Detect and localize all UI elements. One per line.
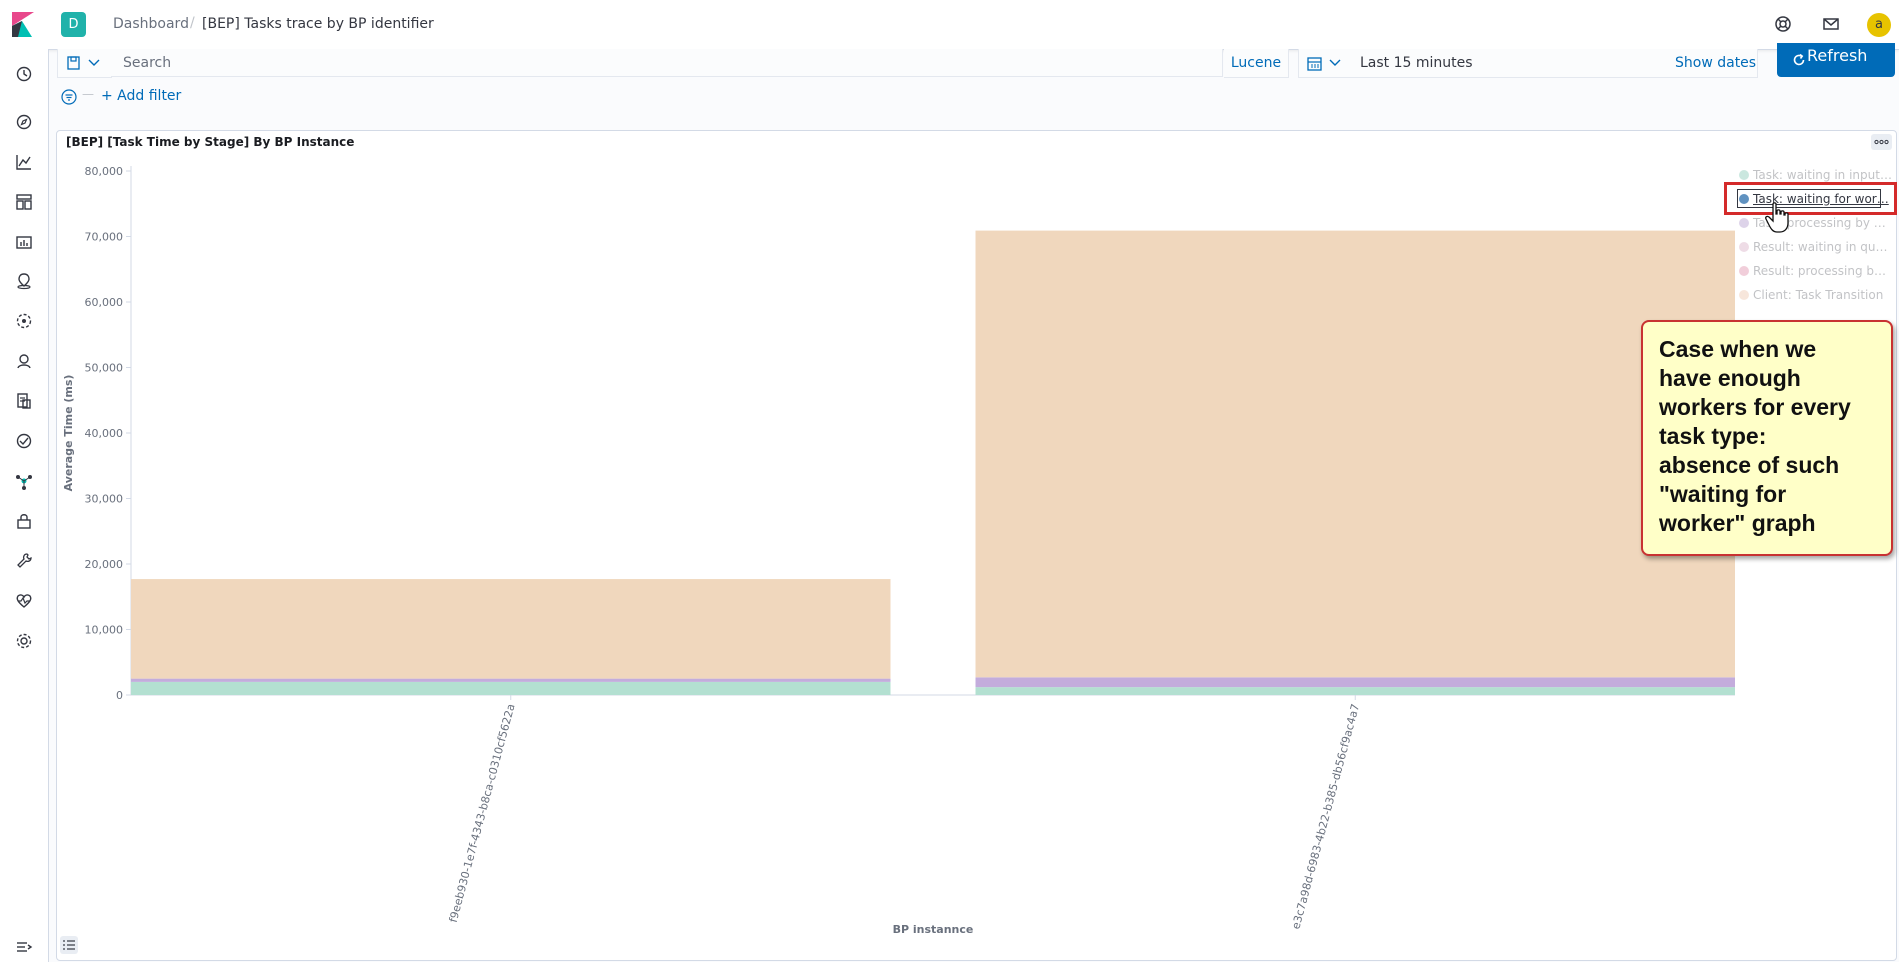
legend-item[interactable]: Client: Task Transition (1739, 288, 1883, 302)
recent-clock-icon[interactable] (14, 64, 34, 84)
more-dots-icon (1874, 139, 1889, 145)
dashboard-icon[interactable] (14, 192, 34, 212)
legend-item[interactable]: Task: processing by … (1739, 216, 1886, 230)
bar-segment (131, 681, 891, 695)
top-bar: D Dashboard / [BEP] Tasks trace by BP id… (0, 0, 1899, 50)
ml-icon[interactable] (14, 311, 34, 331)
legend-swatch (1739, 218, 1749, 228)
breadcrumb-current: [BEP] Tasks trace by BP identifier (202, 16, 434, 32)
bar-segment (975, 687, 1735, 695)
side-nav (0, 49, 49, 962)
legend-item[interactable]: Task: waiting in input… (1739, 168, 1892, 182)
y-tick-label: 30,000 (85, 493, 124, 506)
discover-compass-icon[interactable] (14, 112, 34, 132)
panel-title: [BEP] [Task Time by Stage] By BP Instanc… (66, 135, 355, 149)
bar-segment (975, 230, 1735, 678)
callout-line: have enough (1659, 365, 1801, 391)
add-filter-button[interactable]: + Add filter (101, 88, 181, 104)
filter-separator: — (82, 87, 94, 101)
y-axis-title: Average Time (ms) (62, 375, 75, 492)
legend-toggle-button[interactable] (60, 936, 78, 954)
y-tick-label: 40,000 (85, 427, 124, 440)
refresh-icon (1793, 53, 1805, 66)
space-badge[interactable]: D (61, 12, 86, 37)
bar-segment (131, 678, 891, 682)
help-icon[interactable] (1773, 14, 1793, 34)
legend-label: Client: Task Transition (1753, 288, 1884, 302)
y-tick-label: 10,000 (85, 624, 124, 637)
y-tick-label: 60,000 (85, 296, 124, 309)
user-avatar[interactable]: a (1867, 13, 1891, 37)
y-tick-label: 80,000 (85, 165, 124, 178)
callout-line: workers for every (1659, 394, 1851, 420)
dev-tools-wrench-icon[interactable] (14, 551, 34, 571)
security-lock-icon[interactable] (14, 511, 34, 531)
annotation-callout: Case when we have enough workers for every… (1641, 320, 1893, 556)
hand-cursor-icon (1765, 202, 1789, 233)
callout-line: worker" graph (1659, 510, 1816, 536)
breadcrumb-separator: / (190, 15, 195, 31)
legend-label: Task: waiting in input… (1753, 168, 1892, 182)
maps-icon[interactable] (14, 271, 34, 291)
bar-segment (975, 677, 1735, 688)
refresh-button-label[interactable]: Refresh (1807, 46, 1867, 65)
y-tick-label: 20,000 (85, 558, 124, 571)
legend-item[interactable]: Result: processing b… (1739, 264, 1886, 278)
panel-options-button[interactable] (1871, 134, 1892, 150)
search-input[interactable] (111, 49, 1223, 77)
apm-icon[interactable] (14, 431, 34, 451)
legend-item[interactable]: Result: waiting in qu… (1739, 240, 1888, 254)
callout-line: Case when we (1659, 336, 1817, 362)
y-tick-label: 0 (116, 689, 123, 702)
infrastructure-icon[interactable] (14, 351, 34, 371)
show-dates-link[interactable]: Show dates (1675, 49, 1756, 77)
stacked-bar-chart: 0 10,000 20,000 30,000 40,000 50,000 60,000 70,… (62, 165, 1735, 936)
kibana-logo-icon[interactable] (12, 12, 34, 37)
list-icon (63, 940, 75, 950)
breadcrumb-dashboard[interactable]: Dashboard (113, 16, 189, 32)
graph-icon[interactable] (14, 471, 34, 491)
y-tick-label: 70,000 (85, 231, 124, 244)
saved-query-menu-button[interactable] (57, 49, 112, 78)
chevron-down-icon (88, 59, 100, 66)
calendar-icon (1307, 57, 1322, 71)
visualize-chart-icon[interactable] (14, 152, 34, 172)
bar-segment (131, 579, 891, 679)
collapse-menu-icon[interactable] (14, 937, 34, 957)
x-axis-title: BP instannce (893, 923, 974, 936)
query-language-button[interactable]: Lucene (1224, 49, 1289, 78)
chevron-down-icon (1329, 59, 1341, 66)
canvas-icon[interactable] (14, 232, 34, 252)
logs-icon[interactable] (14, 391, 34, 411)
legend-focus-outline (1737, 189, 1881, 208)
callout-line: task type: (1659, 423, 1767, 449)
callout-line: "waiting for (1659, 481, 1787, 507)
callout-line: absence of such (1659, 452, 1840, 478)
y-tick-label: 50,000 (85, 362, 124, 375)
x-tick-label: f9eeb930-1e7f-4343-b8ca-c0310cf5622a (447, 702, 518, 923)
legend-label: Result: waiting in qu… (1753, 240, 1888, 254)
legend-swatch (1739, 290, 1749, 300)
settings-gear-icon[interactable] (14, 631, 34, 651)
time-range-value[interactable]: Last 15 minutes (1360, 49, 1473, 77)
quick-date-menu-button[interactable] (1298, 49, 1352, 78)
x-tick-label: e3c7a98d-6983-4b22-b385-db56cf9ac4a7 (1289, 702, 1362, 930)
save-query-icon (67, 56, 80, 70)
monitoring-heart-icon[interactable] (14, 591, 34, 611)
legend-swatch (1739, 266, 1749, 276)
filter-options-icon[interactable] (61, 89, 77, 105)
mail-icon[interactable] (1821, 14, 1841, 34)
legend-label: Result: processing b… (1753, 264, 1887, 278)
legend-swatch (1739, 170, 1749, 180)
legend-swatch (1739, 242, 1749, 252)
